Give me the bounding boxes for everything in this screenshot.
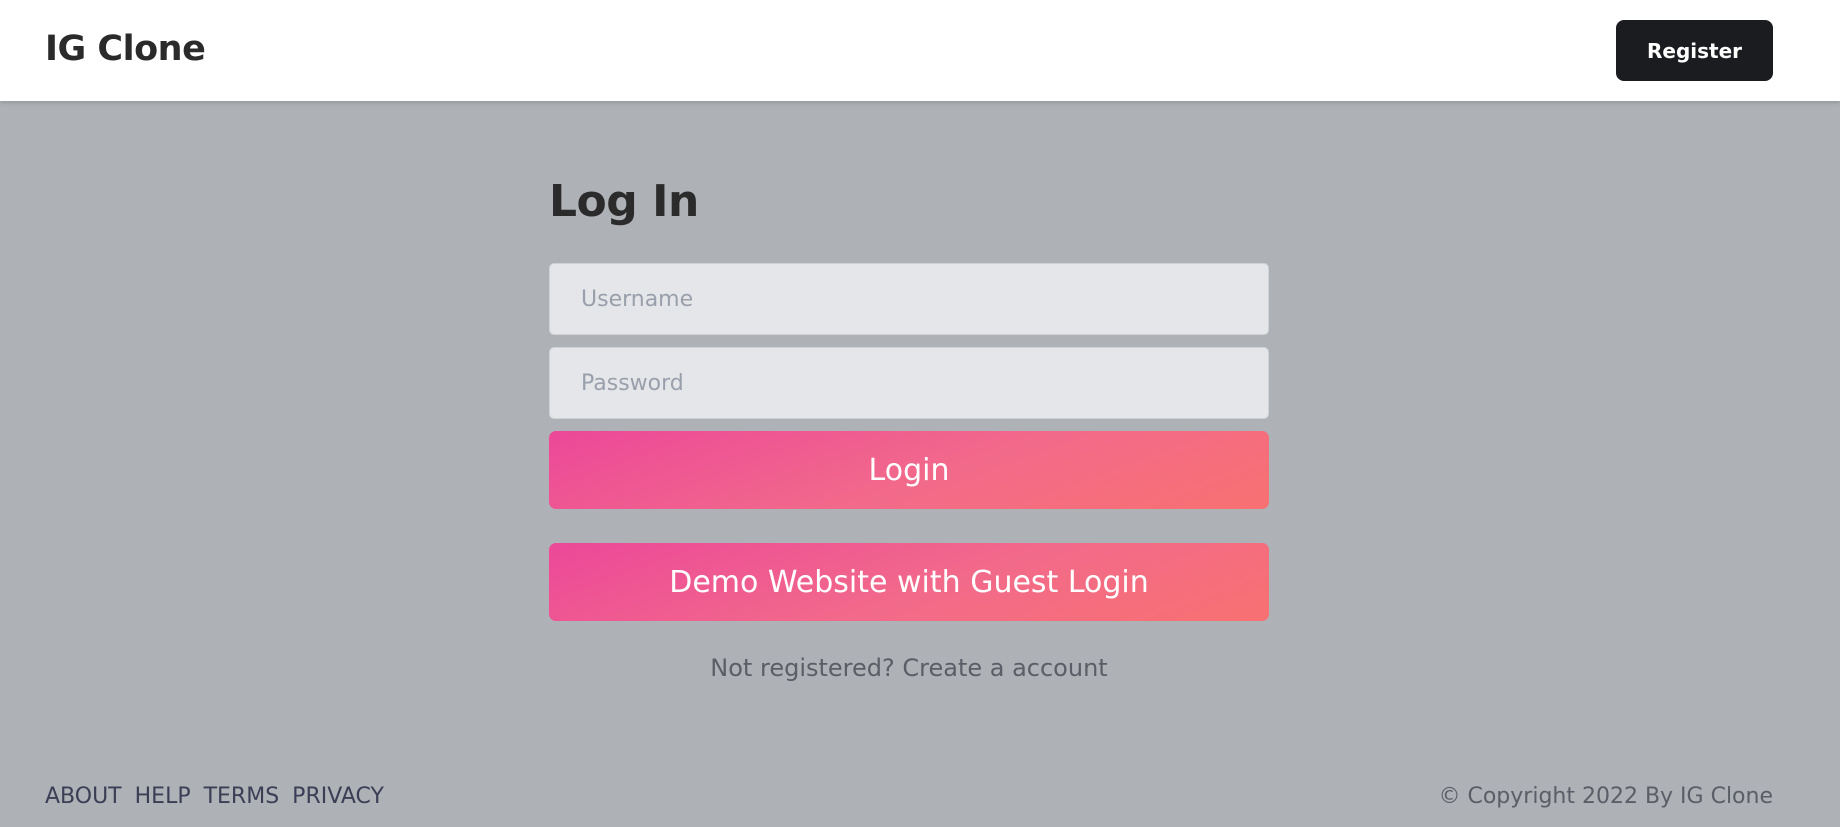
top-navbar: IG Clone Register bbox=[0, 0, 1840, 101]
password-input[interactable] bbox=[549, 347, 1269, 419]
guest-login-button[interactable]: Demo Website with Guest Login bbox=[549, 543, 1269, 621]
footer-link-about[interactable]: ABOUT bbox=[45, 782, 122, 812]
footer-link-help[interactable]: HELP bbox=[135, 782, 191, 812]
register-button[interactable]: Register bbox=[1616, 20, 1773, 81]
footer-nav: ABOUT HELP TERMS PRIVACY bbox=[45, 782, 384, 812]
copyright-text: © Copyright 2022 By IG Clone bbox=[1438, 784, 1773, 809]
footer-link-terms[interactable]: TERMS bbox=[204, 782, 280, 812]
login-button[interactable]: Login bbox=[549, 431, 1269, 509]
footer-link-privacy[interactable]: PRIVACY bbox=[292, 782, 384, 812]
username-input[interactable] bbox=[549, 263, 1269, 335]
page-title: Log In bbox=[549, 176, 699, 227]
create-account-link[interactable]: Not registered? Create a account bbox=[549, 652, 1269, 684]
brand-logo-text[interactable]: IG Clone bbox=[45, 26, 206, 72]
